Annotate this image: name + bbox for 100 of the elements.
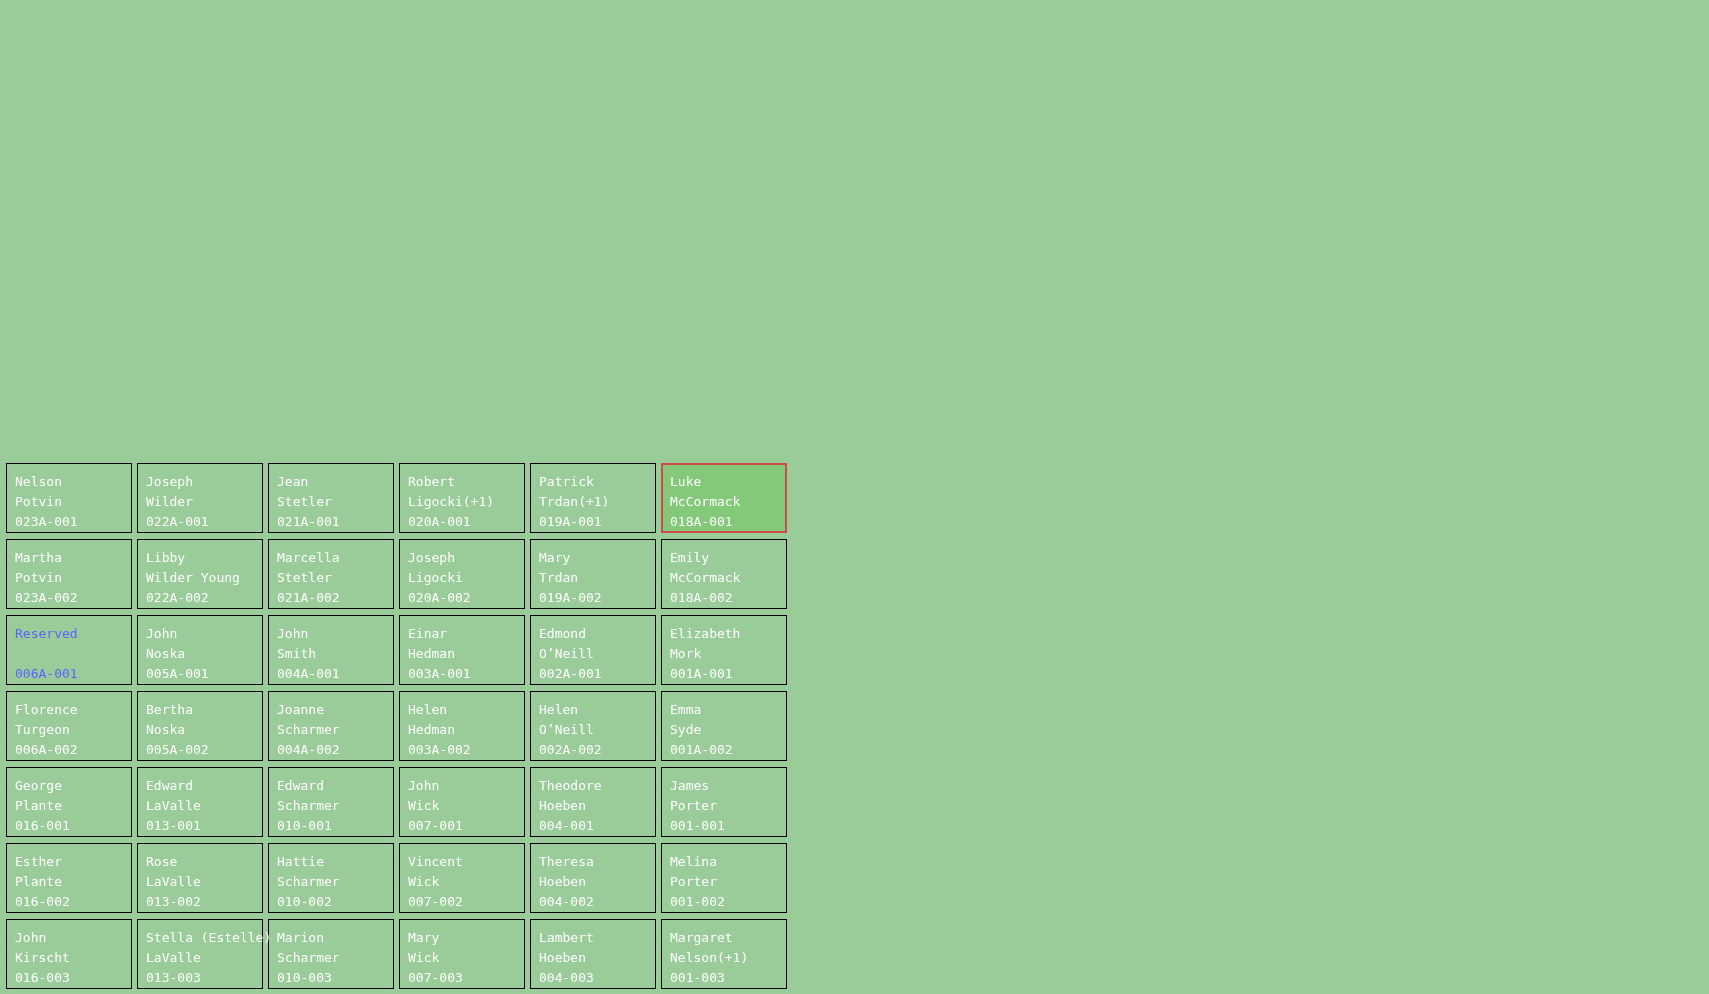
first-name: Melina: [670, 853, 717, 871]
first-name: Margaret: [670, 929, 733, 947]
plot-code: 018A-001: [670, 513, 733, 531]
plot-code: 001-003: [670, 969, 725, 987]
first-name: Theodore: [539, 777, 602, 795]
last-name: Trdan: [539, 569, 579, 587]
plot-tile[interactable]: Nelson Potvin 023A-001: [6, 463, 132, 533]
plot-code: 016-002: [15, 893, 70, 911]
plot-tile[interactable]: Marion Scharmer 010-003: [268, 919, 394, 989]
first-name: John: [277, 625, 309, 643]
plot-code: 003A-001: [408, 665, 471, 683]
plot-tile[interactable]: Robert Ligocki(+1) 020A-001: [399, 463, 525, 533]
plot-tile[interactable]: John Kirscht 016-003: [6, 919, 132, 989]
first-name: Nelson: [15, 473, 62, 491]
plot-tile[interactable]: John Noska 005A-001: [137, 615, 263, 685]
last-name: Hedman: [408, 721, 455, 739]
plot-tile[interactable]: Rose LaValle 013-002: [137, 843, 263, 913]
plot-tile[interactable]: Helen O’Neill 002A-002: [530, 691, 656, 761]
first-name: George: [15, 777, 62, 795]
last-name: Stetler: [277, 493, 332, 511]
plot-tile[interactable]: Luke McCormack 018A-001: [661, 463, 787, 533]
plot-tile[interactable]: Joseph Ligocki 020A-002: [399, 539, 525, 609]
plot-code: 020A-001: [408, 513, 471, 531]
plot-code: 001-002: [670, 893, 725, 911]
last-name: Scharmer: [277, 949, 340, 967]
last-name: Turgeon: [15, 721, 70, 739]
plot-code: 016-003: [15, 969, 70, 987]
plot-tile[interactable]: Theodore Hoeben 004-001: [530, 767, 656, 837]
plot-tile[interactable]: Lambert Hoeben 004-003: [530, 919, 656, 989]
first-name: Joanne: [277, 701, 324, 719]
plot-tile[interactable]: John Wick 007-001: [399, 767, 525, 837]
first-name: Mary: [539, 549, 571, 567]
plot-code: 021A-001: [277, 513, 340, 531]
first-name: Einar: [408, 625, 448, 643]
plot-tile[interactable]: Reserved 006A-001: [6, 615, 132, 685]
first-name: Marion: [277, 929, 324, 947]
last-name: Hoeben: [539, 949, 586, 967]
plot-tile[interactable]: Marcella Stetler 021A-002: [268, 539, 394, 609]
last-name: Potvin: [15, 569, 62, 587]
plot-tile[interactable]: Edmond O’Neill 002A-001: [530, 615, 656, 685]
plot-tile[interactable]: Vincent Wick 007-002: [399, 843, 525, 913]
plot-tile[interactable]: Florence Turgeon 006A-002: [6, 691, 132, 761]
first-name: Emily: [670, 549, 710, 567]
plot-tile[interactable]: Elizabeth Mork 001A-001: [661, 615, 787, 685]
last-name: Scharmer: [277, 873, 340, 891]
plot-tile[interactable]: Emma Syde 001A-002: [661, 691, 787, 761]
last-name: Scharmer: [277, 721, 340, 739]
plot-tile[interactable]: Edward LaValle 013-001: [137, 767, 263, 837]
plot-code: 013-003: [146, 969, 201, 987]
last-name: O’Neill: [539, 721, 594, 739]
plot-tile[interactable]: Esther Plante 016-002: [6, 843, 132, 913]
plot-tile[interactable]: Mary Trdan 019A-002: [530, 539, 656, 609]
last-name: Ligocki: [408, 569, 463, 587]
last-name: Ligocki(+1): [408, 493, 495, 511]
plot-code: 010-002: [277, 893, 332, 911]
plot-tile[interactable]: Libby Wilder Young 022A-002: [137, 539, 263, 609]
plot-code: 019A-002: [539, 589, 602, 607]
plot-tile[interactable]: Martha Potvin 023A-002: [6, 539, 132, 609]
first-name: Luke: [670, 473, 702, 491]
last-name: Noska: [146, 645, 186, 663]
plot-tile[interactable]: Mary Wick 007-003: [399, 919, 525, 989]
plot-code: 019A-001: [539, 513, 602, 531]
plot-tile[interactable]: Emily McCormack 018A-002: [661, 539, 787, 609]
first-name: Patrick: [539, 473, 594, 491]
plot-tile[interactable]: Margaret Nelson(+1) 001-003: [661, 919, 787, 989]
plot-tile[interactable]: Joseph Wilder 022A-001: [137, 463, 263, 533]
first-name: Marcella: [277, 549, 340, 567]
plot-tile[interactable]: Helen Hedman 003A-002: [399, 691, 525, 761]
plot-code: 013-001: [146, 817, 201, 835]
first-name: Edward: [277, 777, 324, 795]
last-name: LaValle: [146, 949, 201, 967]
last-name: Potvin: [15, 493, 62, 511]
plot-tile[interactable]: Einar Hedman 003A-001: [399, 615, 525, 685]
last-name: Porter: [670, 873, 717, 891]
first-name: Edmond: [539, 625, 586, 643]
first-name: John: [146, 625, 178, 643]
last-name: Plante: [15, 797, 62, 815]
plot-tile[interactable]: George Plante 016-001: [6, 767, 132, 837]
last-name: Hedman: [408, 645, 455, 663]
first-name: Libby: [146, 549, 186, 567]
first-name: Rose: [146, 853, 178, 871]
plot-code: 022A-001: [146, 513, 209, 531]
plot-tile[interactable]: Jean Stetler 021A-001: [268, 463, 394, 533]
plot-code: 005A-002: [146, 741, 209, 759]
plot-tile[interactable]: Edward Scharmer 010-001: [268, 767, 394, 837]
last-name: McCormack: [670, 569, 741, 587]
last-name: O’Neill: [539, 645, 594, 663]
plot-tile[interactable]: Theresa Hoeben 004-002: [530, 843, 656, 913]
plot-tile[interactable]: Patrick Trdan(+1) 019A-001: [530, 463, 656, 533]
plot-tile[interactable]: Melina Porter 001-002: [661, 843, 787, 913]
plot-tile[interactable]: Bertha Noska 005A-002: [137, 691, 263, 761]
plot-tile[interactable]: John Smith 004A-001: [268, 615, 394, 685]
last-name: Nelson(+1): [670, 949, 749, 967]
first-name: Helen: [539, 701, 579, 719]
plot-tile[interactable]: Hattie Scharmer 010-002: [268, 843, 394, 913]
last-name: Noska: [146, 721, 186, 739]
plot-tile[interactable]: James Porter 001-001: [661, 767, 787, 837]
plot-tile[interactable]: Joanne Scharmer 004A-002: [268, 691, 394, 761]
last-name: Stetler: [277, 569, 332, 587]
plot-code: 023A-001: [15, 513, 78, 531]
